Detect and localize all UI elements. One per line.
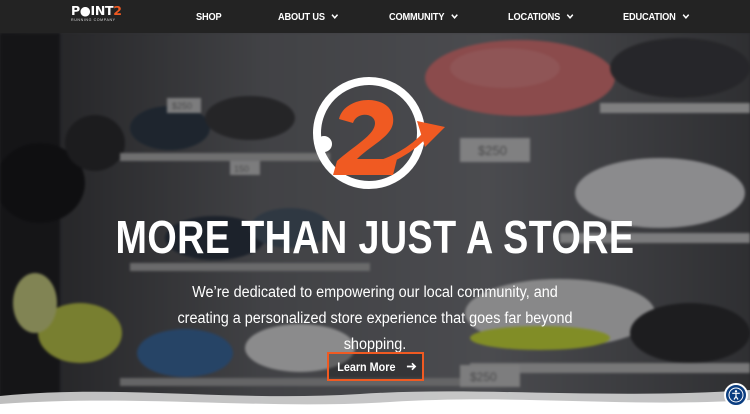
nav-item-label: LOCATIONS bbox=[508, 10, 561, 23]
logo-wordmark: P●INT2 bbox=[71, 3, 127, 18]
logo-word-main: P●INT bbox=[71, 3, 114, 18]
chevron-down-icon bbox=[682, 14, 690, 19]
accessibility-icon bbox=[728, 387, 744, 403]
nav-item-education[interactable]: EDUCATION bbox=[623, 0, 690, 33]
nav-item-locations[interactable]: LOCATIONS bbox=[508, 0, 574, 33]
hero-headline: MORE THAN JUST A STORE bbox=[115, 211, 635, 263]
nav-item-shop[interactable]: SHOP bbox=[196, 0, 222, 33]
brand-logo[interactable]: P●INT2 RUNNING COMPANY bbox=[71, 3, 127, 25]
chevron-down-icon bbox=[451, 14, 458, 19]
point2-logo-icon bbox=[313, 77, 445, 189]
nav-item-label: SHOP bbox=[196, 10, 222, 23]
learn-more-label: Learn More bbox=[337, 359, 396, 374]
accessibility-button[interactable] bbox=[724, 383, 748, 407]
top-navigation: P●INT2 RUNNING COMPANY SHOP ABOUT US COM… bbox=[0, 0, 750, 33]
arrow-right-icon bbox=[406, 362, 417, 371]
hero-subtext: We’re dedicated to empowering our local … bbox=[177, 284, 573, 353]
learn-more-button[interactable]: Learn More bbox=[327, 352, 424, 381]
nav-item-label: ABOUT US bbox=[278, 10, 325, 23]
section-divider-wave bbox=[0, 390, 750, 414]
nav-item-community[interactable]: COMMUNITY bbox=[389, 0, 458, 33]
nav-item-about-us[interactable]: ABOUT US bbox=[278, 0, 339, 33]
logo-tagline: RUNNING COMPANY bbox=[71, 17, 116, 22]
nav-item-label: COMMUNITY bbox=[389, 10, 445, 23]
nav-item-label: EDUCATION bbox=[623, 10, 676, 23]
chevron-down-icon bbox=[331, 14, 339, 19]
logo-word-accent: 2 bbox=[113, 3, 122, 18]
hero-section: $250 $250 150 $250 MORE THAN JUST A STOR… bbox=[0, 33, 750, 414]
chevron-down-icon bbox=[566, 14, 574, 19]
